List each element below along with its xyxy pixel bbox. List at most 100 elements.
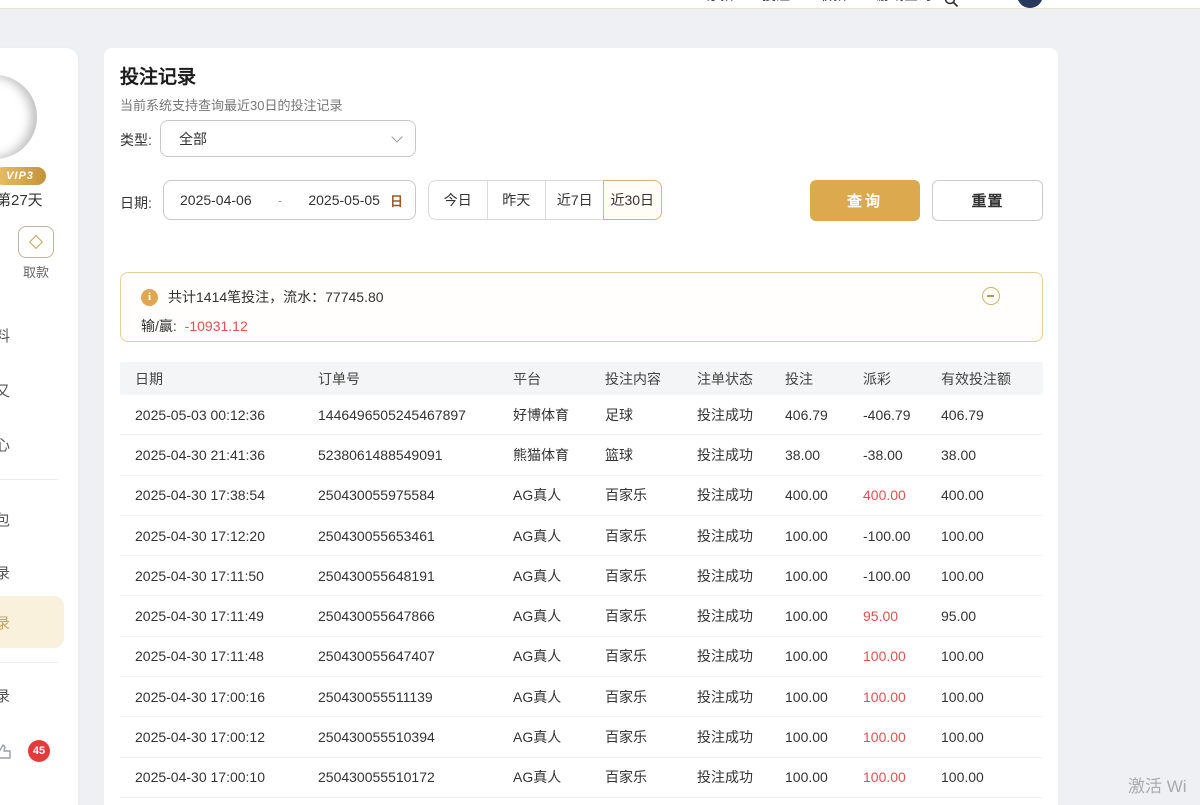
cell-content: 百家乐 — [605, 526, 697, 546]
nav-item-game-search[interactable]: 游戏查询 — [876, 0, 932, 9]
reset-button[interactable]: 重置 — [932, 180, 1043, 221]
cell-valid_bet: 100.00 — [941, 729, 1043, 745]
cell-valid_bet: 406.79 — [941, 407, 1043, 423]
withdraw-gem-icon[interactable] — [18, 226, 54, 258]
bet-records-table: 日期订单号平台投注内容注单状态投注派彩有效投注额 2025-05-03 00:1… — [120, 362, 1043, 798]
cell-bet: 100.00 — [785, 769, 863, 785]
cell-content: 百家乐 — [605, 646, 697, 666]
column-header: 订单号 — [318, 369, 513, 389]
cell-valid_bet: 400.00 — [941, 487, 1043, 503]
cell-status: 投注成功 — [697, 687, 785, 707]
summary-box: i 共计1414笔投注，流水：77745.80 输/赢: -10931.12 — [120, 272, 1043, 342]
cell-payout: -100.00 — [863, 528, 941, 544]
type-filter-label: 类型: — [120, 130, 152, 150]
nav-item-withdraw[interactable]: 取款 — [818, 0, 846, 9]
column-header: 日期 — [135, 369, 318, 389]
cell-valid_bet: 95.00 — [941, 608, 1043, 624]
query-button[interactable]: 查询 — [810, 180, 920, 221]
cell-status: 投注成功 — [697, 526, 785, 546]
hand-icon — [0, 742, 14, 767]
cell-date: 2025-04-30 17:00:16 — [135, 689, 318, 705]
cell-bet: 100.00 — [785, 689, 863, 705]
cell-content: 百家乐 — [605, 606, 697, 626]
user-avatar[interactable] — [0, 75, 37, 159]
date-range-picker[interactable]: 2025-04-06 - 2025-05-05 日 — [163, 180, 416, 220]
collapse-minus-icon[interactable] — [982, 287, 1000, 305]
cell-date: 2025-04-30 17:11:48 — [135, 648, 318, 664]
sidebar-item-bet-records-label: 录 — [0, 612, 25, 633]
cell-platform: 好博体育 — [513, 405, 605, 425]
sidebar: VIP3 第27天 取款 料 又 心 包 录 录 录 45 — [0, 48, 78, 805]
quick-range-30days[interactable]: 近30日 — [603, 180, 663, 220]
date-start-value: 2025-04-06 — [180, 192, 252, 208]
column-header: 注单状态 — [697, 369, 785, 389]
cell-payout: -38.00 — [863, 447, 941, 463]
table-row: 2025-04-30 17:00:16250430055511139AG真人百家… — [120, 677, 1043, 717]
table-row: 2025-04-30 17:11:50250430055648191AG真人百家… — [120, 556, 1043, 596]
cell-date: 2025-05-03 00:12:36 — [135, 407, 318, 423]
cell-content: 足球 — [605, 405, 697, 425]
quick-range-yesterday[interactable]: 昨天 — [487, 181, 546, 219]
loss-value: -10931.12 — [185, 318, 248, 334]
cell-valid_bet: 100.00 — [941, 689, 1043, 705]
search-icon[interactable] — [944, 0, 959, 9]
sidebar-item-benefits[interactable]: 又 — [0, 380, 25, 401]
table-row: 2025-04-30 17:12:20250430055653461AG真人百家… — [120, 516, 1043, 556]
sidebar-item-center[interactable]: 心 — [0, 434, 25, 455]
cell-date: 2025-04-30 17:12:20 — [135, 528, 318, 544]
info-icon: i — [141, 289, 158, 306]
cell-valid_bet: 100.00 — [941, 648, 1043, 664]
cell-bet: 100.00 — [785, 648, 863, 664]
cell-status: 投注成功 — [697, 405, 785, 425]
cell-content: 百家乐 — [605, 566, 697, 586]
gem-icon — [29, 235, 43, 249]
cell-content: 百家乐 — [605, 727, 697, 747]
sidebar-item-profile[interactable]: 料 — [0, 325, 25, 346]
nav-item-bet[interactable]: 投注 — [762, 0, 790, 9]
cell-date: 2025-04-30 17:00:10 — [135, 769, 318, 785]
cell-platform: AG真人 — [513, 767, 605, 787]
cell-content: 百家乐 — [605, 767, 697, 787]
quick-range-7days[interactable]: 近7日 — [545, 181, 604, 219]
activate-windows-watermark: 激活 Wi — [1128, 772, 1187, 797]
cell-payout: 100.00 — [863, 689, 941, 705]
sidebar-item-other-records[interactable]: 录 — [0, 685, 25, 706]
table-row: 2025-04-30 17:11:49250430055647866AG真人百家… — [120, 596, 1043, 636]
cell-status: 投注成功 — [697, 646, 785, 666]
loss-label: 输/赢: — [141, 318, 177, 334]
sidebar-divider — [0, 479, 58, 480]
date-separator: - — [252, 193, 309, 208]
cell-status: 投注成功 — [697, 566, 785, 586]
table-row: 2025-04-30 17:00:12250430055510394AG真人百家… — [120, 717, 1043, 757]
cell-bet: 100.00 — [785, 729, 863, 745]
type-select-value: 全部 — [179, 129, 393, 149]
table-row: 2025-05-03 00:12:361446496505245467897好博… — [120, 395, 1043, 435]
bet-records-panel: 投注记录 当前系统支持查询最近30日的投注记录 类型: 全部 日期: 2025-… — [104, 48, 1058, 805]
sidebar-item-messages[interactable]: 45 — [0, 740, 64, 766]
chevron-down-icon — [391, 131, 402, 142]
cell-order_no: 250430055975584 — [318, 487, 513, 503]
quick-range-today[interactable]: 今日 — [429, 181, 487, 219]
cell-date: 2025-04-30 17:11:49 — [135, 608, 318, 624]
withdraw-label[interactable]: 取款 — [16, 262, 56, 281]
cell-payout: -100.00 — [863, 568, 941, 584]
sidebar-item-wallet[interactable]: 包 — [0, 509, 25, 530]
sidebar-item-bet-records-active[interactable]: 录 — [0, 596, 64, 648]
column-header: 投注 — [785, 369, 863, 389]
cell-content: 百家乐 — [605, 687, 697, 707]
cell-order_no: 250430055510172 — [318, 769, 513, 785]
cell-order_no: 250430055510394 — [318, 729, 513, 745]
type-select[interactable]: 全部 — [160, 120, 416, 157]
cell-platform: AG真人 — [513, 727, 605, 747]
sidebar-item-transaction-records[interactable]: 录 — [0, 562, 25, 583]
sidebar-divider — [0, 662, 58, 663]
cell-payout: 400.00 — [863, 487, 941, 503]
topbar-avatar[interactable] — [1017, 0, 1043, 8]
vip-day-count: 第27天 — [0, 189, 48, 210]
cell-bet: 38.00 — [785, 447, 863, 463]
cell-content: 百家乐 — [605, 485, 697, 505]
nav-item-deposit[interactable]: 存款 — [705, 0, 733, 9]
column-header: 派彩 — [863, 369, 941, 389]
cell-order_no: 250430055511139 — [318, 689, 513, 705]
cell-order_no: 250430055647407 — [318, 648, 513, 664]
